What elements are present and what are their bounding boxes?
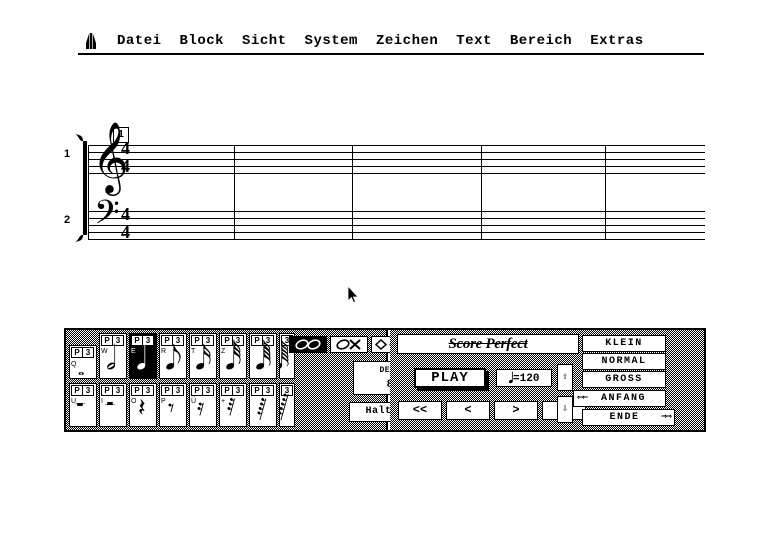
palette-rest-onetwentyeighth[interactable]: 3 𝅂 — [279, 383, 295, 427]
palette-note-quarter[interactable]: P 3 E 𝅘𝅥 — [129, 333, 157, 379]
staff-line — [88, 225, 705, 226]
goto-end-label: ENDE — [609, 412, 640, 423]
palette-rest-eighth[interactable]: P 3 P 𝄾 — [159, 383, 187, 427]
quarter-rest-icon: 𝄽 — [138, 393, 146, 422]
time-signature-bottom-lower[interactable]: 4 — [121, 223, 130, 241]
spin-up-button[interactable]: ⇧ — [557, 364, 573, 391]
play-button[interactable]: PLAY — [414, 368, 486, 388]
time-signature-top-lower[interactable]: 4 — [121, 157, 130, 175]
palette-shortcut-key: E — [131, 348, 136, 355]
goto-end-button[interactable]: ENDE ⇒⇒ — [582, 409, 675, 426]
zoom-normal-button[interactable]: NORMAL — [582, 353, 666, 370]
palette-note-whole[interactable]: P 3 Q 𝅝 — [69, 345, 97, 379]
palette-rest-quarter[interactable]: P 3 O 𝄽 — [129, 383, 157, 427]
goto-start-label: ANFANG — [600, 393, 646, 404]
bass-clef-icon: 𝄢 — [94, 194, 120, 240]
quarter-note-icon: 𝅘𝅥 — [136, 338, 147, 377]
barline[interactable] — [234, 145, 235, 240]
quarter-note-icon: 𝅘𝅥 — [508, 371, 514, 387]
palette-note-sixteenth[interactable]: P 3 T 𝅘𝅥𝅯 — [189, 333, 217, 379]
palette-shortcut-key: O — [131, 398, 137, 405]
score-canvas[interactable]: 1 1 2 𝄞 4 4 𝄢 4 4 — [0, 0, 768, 304]
whole-rest-icon: 𝄻 — [75, 395, 85, 425]
staff-line — [88, 218, 705, 219]
double-right-arrow-icon: ⇒⇒ — [660, 412, 672, 423]
palette-rest-sixtyfourth[interactable]: P 3 𝅁 — [249, 383, 277, 427]
palette-rest-thirtysecond[interactable]: P 3 + 𝅀 — [219, 383, 247, 427]
staff-line — [88, 173, 705, 174]
hundredtwentyeighth-rest-icon: 𝅂 — [279, 393, 289, 421]
eighth-rest-icon: 𝄾 — [168, 394, 175, 422]
eighth-note-icon: 𝅘𝅥𝅮 — [165, 338, 182, 377]
sixtyfourth-note-icon: 𝅘𝅥𝅱 — [255, 338, 272, 377]
cross-noteheads-icon[interactable] — [330, 336, 368, 353]
tempo-field[interactable]: 𝅘𝅥=120 — [496, 369, 552, 387]
oval-noteheads-icon[interactable] — [289, 336, 327, 353]
sixteenth-rest-icon: 𝄿 — [197, 393, 205, 421]
time-signature-bottom[interactable]: 4 — [121, 205, 130, 223]
palette-shortcut-key: Q — [71, 361, 77, 368]
palette-rest-sixteenth[interactable]: P 3 Ü 𝄿 — [189, 383, 217, 427]
rewind-button[interactable]: < — [446, 401, 490, 420]
app-logo: Score Perfect — [397, 334, 579, 354]
forward-button[interactable]: > — [494, 401, 538, 420]
palette-rest-whole[interactable]: P 3 U 𝄻 — [69, 383, 97, 427]
staff-line — [88, 145, 705, 146]
palette-note-half[interactable]: P 3 W 𝅗𝅥 — [99, 333, 127, 379]
goto-start-button[interactable]: ⇐⇐ ANFANG — [573, 390, 666, 407]
double-left-arrow-icon: ⇐⇐ — [577, 393, 588, 404]
staff-number-2: 2 — [64, 214, 71, 226]
staff-line — [88, 166, 705, 167]
palette-tag-3[interactable]: 3 — [82, 347, 94, 358]
note-duration-palette: P 3 Q 𝅝 P 3 W 𝅗𝅥 P 3 E 𝅘𝅥 P 3 R 𝅘𝅥𝅮 P 3 T 𝅘𝅥𝅯 … — [69, 333, 295, 427]
time-signature-top[interactable]: 4 — [121, 139, 130, 157]
whole-note-icon: 𝅝 — [78, 360, 85, 379]
palette-shortcut-key: I — [101, 398, 103, 405]
app-screen: Datei Block Sicht System Zeichen Text Be… — [0, 0, 768, 540]
spin-down-button[interactable]: ⇩ — [557, 396, 573, 423]
zoom-large-button[interactable]: GROSS — [582, 371, 666, 388]
staff-line — [88, 232, 705, 233]
half-rest-icon: 𝄼 — [105, 391, 115, 421]
bottom-toolbar: P 3 Q 𝅝 P 3 W 𝅗𝅥 P 3 E 𝅘𝅥 P 3 R 𝅘𝅥𝅮 P 3 T 𝅘𝅥𝅯 … — [64, 328, 706, 432]
palette-shortcut-key: + — [221, 398, 226, 405]
palette-note-thirtysecond[interactable]: P 3 Z 𝅘𝅥𝅰 — [219, 333, 247, 379]
sixtyfourth-rest-icon: 𝅁 — [257, 393, 267, 421]
sixteenth-note-icon: 𝅘𝅥𝅯 — [195, 338, 212, 377]
staff-line — [88, 152, 705, 153]
app-logo-text: Score Perfect — [448, 336, 528, 352]
palette-note-sixtyfourth[interactable]: P 3 𝅘𝅥𝅱 — [249, 333, 277, 379]
staff-line — [88, 239, 705, 240]
rewind-all-button[interactable]: << — [398, 401, 442, 420]
barline[interactable] — [605, 145, 606, 240]
note-tools-panel: P 3 Q 𝅝 P 3 W 𝅗𝅥 P 3 E 𝅘𝅥 P 3 R 𝅘𝅥𝅮 P 3 T 𝅘𝅥𝅯 … — [66, 330, 447, 430]
palette-shortcut-key: Ü — [191, 398, 197, 405]
barline[interactable] — [352, 145, 353, 240]
playback-panel: Score Perfect PLAY 𝅘𝅥=120 << < > >> ⇧ ⇩ K… — [390, 330, 704, 430]
thirtysecond-note-icon: 𝅘𝅥𝅰 — [225, 338, 242, 377]
mouse-arrow-pointer-icon — [347, 284, 359, 304]
palette-note-eighth[interactable]: P 3 R 𝅘𝅥𝅮 — [159, 333, 187, 379]
palette-shortcut-key: P — [161, 398, 166, 405]
thirtysecond-rest-icon: 𝅀 — [227, 393, 236, 421]
staff-line — [88, 159, 705, 160]
half-note-icon: 𝅗𝅥 — [106, 338, 117, 377]
staff-number-1: 1 — [64, 148, 71, 160]
zoom-small-button[interactable]: KLEIN — [582, 335, 666, 352]
staff-line — [88, 211, 705, 212]
system-start-barline — [88, 145, 89, 240]
system-brace — [74, 133, 92, 248]
barline[interactable] — [481, 145, 482, 240]
palette-rest-half[interactable]: P 3 I 𝄼 — [99, 383, 127, 427]
tempo-value[interactable]: =120 — [513, 373, 539, 385]
